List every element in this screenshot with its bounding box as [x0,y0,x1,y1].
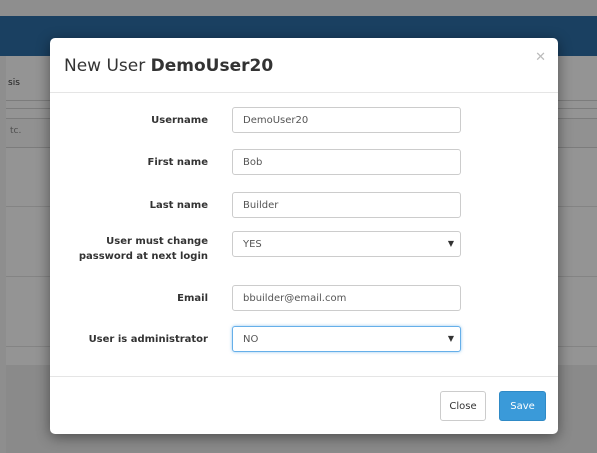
email-row: Email [50,284,558,312]
is-admin-value: NO [243,333,259,345]
first-name-row: First name [50,148,558,176]
is-admin-select[interactable]: NO ▼ [232,326,461,352]
must-change-password-row: User must change password at next login Y… [50,230,558,270]
last-name-input[interactable] [232,192,461,218]
caret-down-icon: ▼ [447,334,454,343]
close-icon[interactable]: ✕ [535,51,546,64]
modal-title-username: DemoUser20 [150,56,274,76]
save-button[interactable]: Save [499,391,546,421]
close-button[interactable]: Close [440,391,486,421]
last-name-label: Last name [149,200,208,211]
must-change-password-label-line2: password at next login [78,251,208,262]
first-name-input[interactable] [232,149,461,175]
must-change-password-label-line1: User must change [106,236,208,247]
modal-header: New User DemoUser20 ✕ [50,38,558,93]
must-change-password-label: User must change password at next login [38,234,208,264]
email-field[interactable] [232,285,461,311]
must-change-password-value: YES [243,238,262,250]
is-admin-label: User is administrator [88,334,208,345]
must-change-password-select[interactable]: YES ▼ [232,231,461,257]
email-label: Email [177,293,208,304]
modal-title: New User DemoUser20 [64,56,273,76]
username-row: Username [50,106,558,134]
last-name-row: Last name [50,191,558,219]
first-name-label: First name [147,157,208,168]
modal-title-prefix: New User [64,56,146,76]
username-label: Username [151,115,208,126]
is-admin-row: User is administrator NO ▼ [50,325,558,353]
username-input[interactable] [232,107,461,133]
caret-down-icon: ▼ [447,239,454,248]
modal-footer: Close Save [50,376,558,435]
new-user-modal: New User DemoUser20 ✕ Username First nam… [50,38,558,434]
